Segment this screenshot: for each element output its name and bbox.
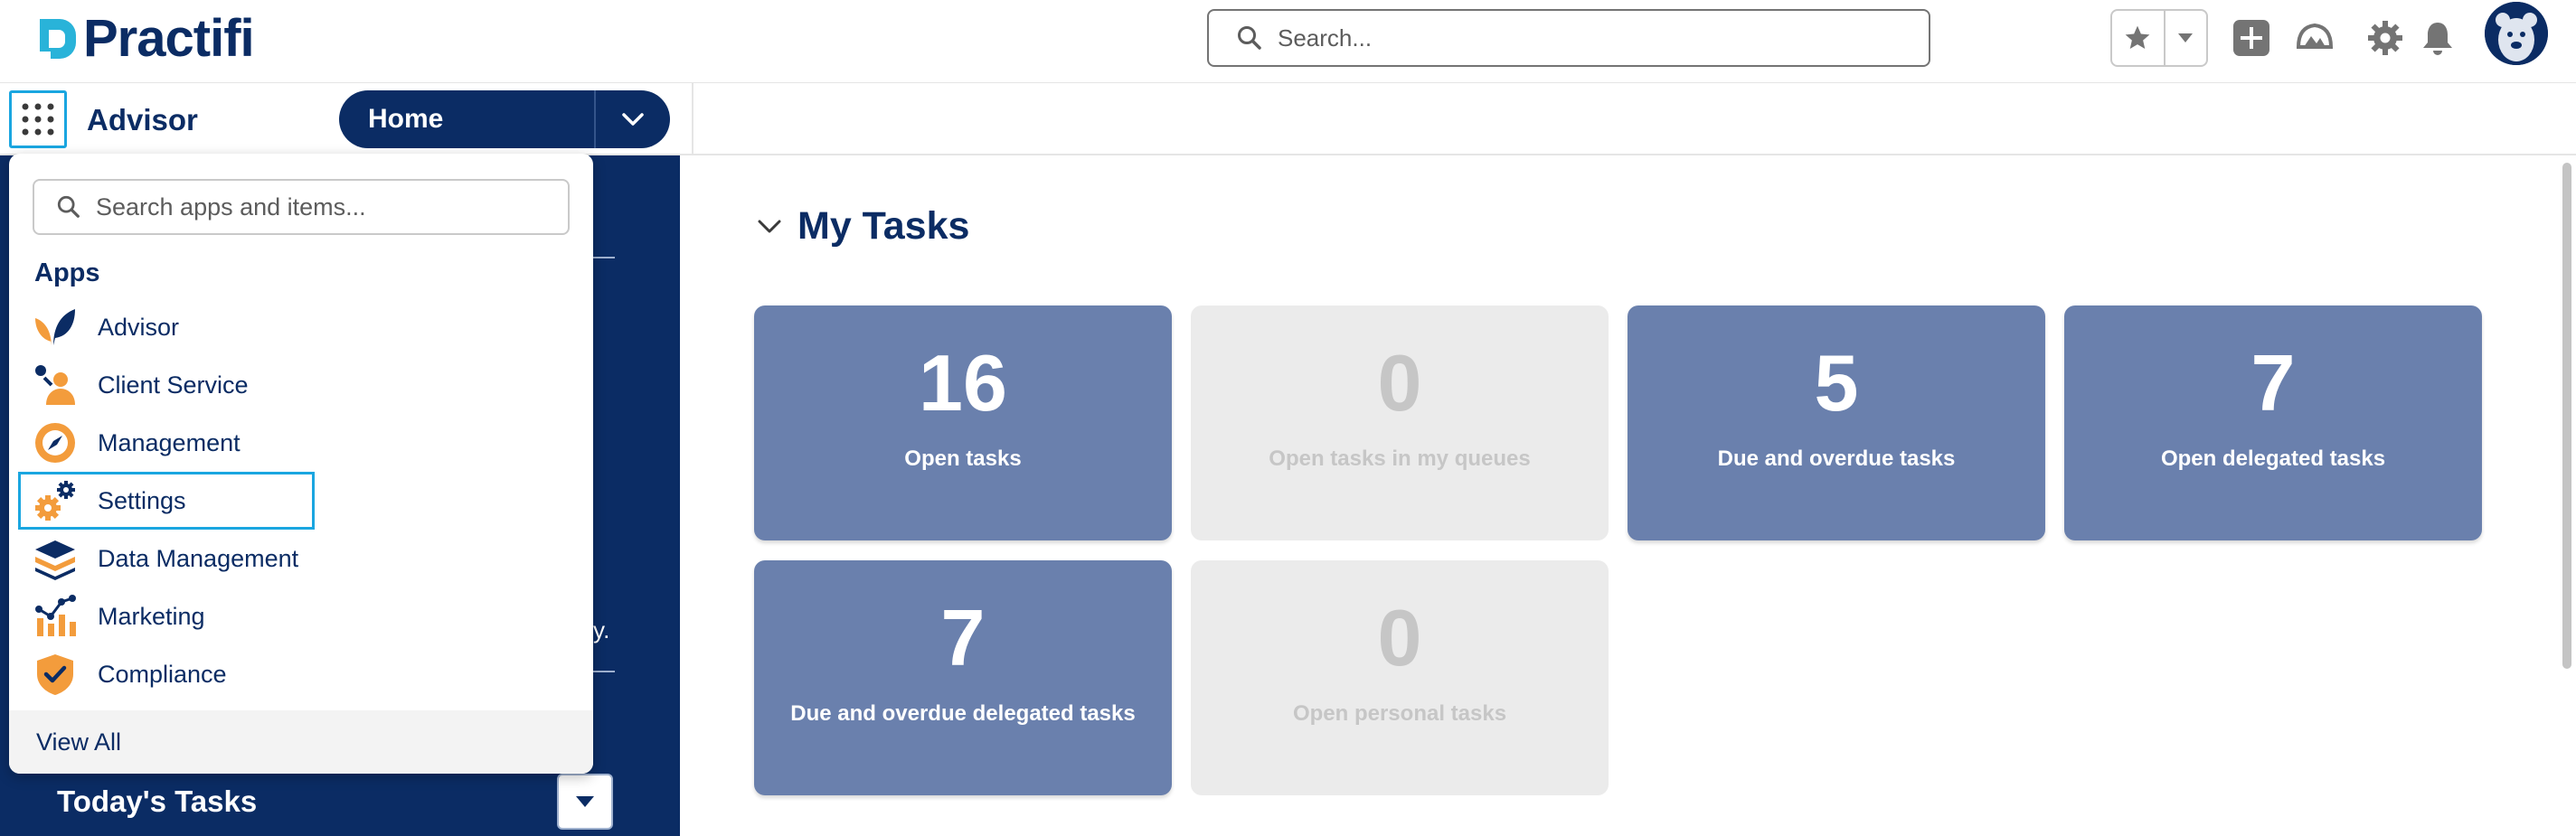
management-compass-icon (33, 420, 78, 465)
panel-divider (593, 257, 615, 258)
favorites-group (2110, 9, 2208, 67)
app-item-label: Marketing (98, 602, 205, 630)
notifications-button[interactable] (2418, 18, 2458, 58)
tile-count: 16 (919, 338, 1007, 427)
star-icon (2126, 25, 2150, 49)
app-item-label: Data Management (98, 544, 299, 572)
global-search[interactable] (1207, 9, 1930, 67)
my-tasks-header[interactable]: My Tasks (754, 204, 969, 249)
tile-count: 0 (1377, 593, 1422, 682)
current-app-name: Advisor (87, 103, 198, 136)
main-scrollbar[interactable] (2562, 163, 2571, 669)
home-tab-label: Home (368, 104, 444, 134)
favorites-menu-button[interactable] (2166, 11, 2206, 65)
search-icon (57, 195, 80, 218)
compliance-shield-icon (33, 652, 78, 697)
app-item-advisor[interactable]: Advisor (9, 298, 593, 356)
app-item-data-management[interactable]: Data Management (9, 530, 593, 587)
app-launcher-button[interactable] (9, 90, 67, 148)
tile-label: Due and overdue delegated tasks (790, 701, 1136, 726)
app-nav-bar: Advisor Home (0, 83, 2576, 155)
launcher-search[interactable] (33, 179, 570, 235)
settings-gears-icon (33, 478, 78, 523)
tile-count: 7 (2250, 338, 2296, 427)
tile-open-personal-tasks[interactable]: 0 Open personal tasks (1191, 560, 1609, 795)
chevron-down-icon (622, 113, 644, 126)
panel-text-fragment: y. (593, 616, 610, 643)
app-item-client-service[interactable]: Client Service (9, 356, 593, 414)
trailhead-button[interactable] (2295, 18, 2335, 58)
caret-down-icon (576, 796, 594, 807)
launcher-search-input[interactable] (96, 193, 566, 221)
favorites-button[interactable] (2112, 11, 2166, 65)
tile-count: 5 (1814, 338, 1859, 427)
tile-count: 0 (1377, 338, 1422, 427)
global-actions-button[interactable] (2232, 18, 2271, 58)
app-item-label: Settings (98, 486, 186, 514)
tile-open-tasks-in-my-queues[interactable]: 0 Open tasks in my queues (1191, 305, 1609, 540)
gear-icon (2368, 21, 2402, 55)
bell-icon (2423, 23, 2452, 55)
tile-due-and-overdue-tasks[interactable]: 5 Due and overdue tasks (1628, 305, 2045, 540)
app-launcher-dropdown: Apps Advisor Client Service (9, 154, 593, 774)
tile-label: Open personal tasks (1292, 701, 1507, 726)
trailhead-icon (2296, 23, 2334, 49)
global-header: Practifi (0, 0, 2576, 83)
view-all-label: View All (36, 728, 122, 756)
app-item-label: Advisor (98, 313, 180, 341)
app-item-marketing[interactable]: Marketing (9, 587, 593, 645)
search-icon (1238, 26, 1261, 50)
setup-button[interactable] (2365, 18, 2405, 58)
section-title: My Tasks (797, 204, 970, 248)
todays-tasks-menu-button[interactable] (557, 774, 613, 830)
user-avatar[interactable] (2485, 2, 2548, 65)
practifi-logo[interactable]: Practifi (33, 9, 255, 68)
app-item-label: Management (98, 428, 241, 456)
bear-avatar-icon (2485, 2, 2548, 65)
home-tab-menu-button[interactable] (596, 112, 670, 127)
app-item-settings[interactable]: Settings (9, 472, 593, 530)
app-item-label: Client Service (98, 371, 249, 399)
nav-separator (692, 83, 694, 155)
tile-label: Open tasks (904, 446, 1022, 471)
tile-label: Due and overdue tasks (1717, 446, 1956, 471)
data-layers-icon (33, 536, 78, 581)
client-service-person-icon (33, 362, 78, 408)
tile-open-tasks[interactable]: 16 Open tasks (754, 305, 1172, 540)
app-list: Advisor Client Service Management Settin… (9, 298, 593, 703)
todays-tasks-title: Today's Tasks (57, 784, 258, 818)
app-item-management[interactable]: Management (9, 414, 593, 472)
waffle-icon (22, 103, 54, 136)
caret-down-icon (2178, 33, 2194, 42)
tile-due-and-overdue-delegated-tasks[interactable]: 7 Due and overdue delegated tasks (754, 560, 1172, 795)
apps-heading: Apps (34, 258, 100, 287)
home-tab[interactable]: Home (339, 90, 670, 148)
tile-count: 7 (940, 593, 986, 682)
practifi-logo-icon (40, 19, 76, 59)
panel-divider (593, 671, 615, 672)
marketing-chart-icon (33, 594, 78, 639)
app-item-label: Compliance (98, 660, 227, 688)
tile-open-delegated-tasks[interactable]: 7 Open delegated tasks (2064, 305, 2482, 540)
advisor-leaf-icon (33, 305, 78, 350)
global-search-input[interactable] (1278, 23, 1911, 52)
tile-label: Open delegated tasks (2160, 446, 2386, 471)
plus-square-icon (2233, 20, 2269, 56)
brand-name: Practifi (83, 9, 255, 68)
tile-label: Open tasks in my queues (1269, 446, 1531, 471)
app-item-compliance[interactable]: Compliance (9, 645, 593, 703)
chevron-down-icon (758, 220, 781, 232)
view-all-link[interactable]: View All (9, 710, 593, 774)
